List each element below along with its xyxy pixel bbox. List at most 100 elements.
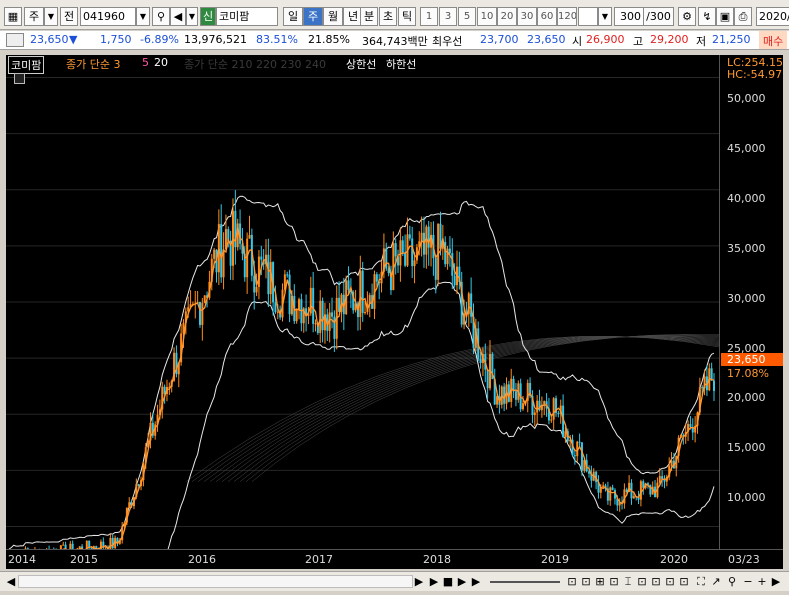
low-price: 21,250 bbox=[712, 33, 751, 46]
zoom-in-icon[interactable]: + bbox=[756, 574, 768, 589]
custom-interval-input[interactable] bbox=[578, 7, 598, 26]
chart-settings-icon[interactable]: ⚙ bbox=[678, 7, 696, 26]
fit-icon[interactable]: ⊡ bbox=[580, 574, 592, 589]
stop-icon[interactable]: ■ bbox=[442, 574, 454, 589]
compare-icon[interactable]: ⊞ bbox=[594, 574, 606, 589]
date-input[interactable]: 2020/ bbox=[756, 7, 789, 26]
candle-body bbox=[198, 302, 201, 325]
calendar-icon[interactable]: ⊡ bbox=[678, 574, 690, 589]
scroll-end-icon[interactable]: ▶ bbox=[770, 574, 782, 589]
price-tick-20000: 20,000 bbox=[727, 391, 766, 404]
sound-icon[interactable]: ◀ bbox=[170, 7, 186, 26]
year-2020: 2020 bbox=[660, 553, 688, 566]
year-2019: 2019 bbox=[541, 553, 569, 566]
scroll-right-icon[interactable]: ▶ bbox=[414, 574, 424, 589]
tool-icon[interactable]: ⚲ bbox=[726, 574, 738, 589]
candle-body bbox=[201, 302, 204, 325]
tab-tick[interactable]: 틱 bbox=[398, 7, 416, 26]
volume-ratio: 83.51% bbox=[256, 33, 298, 46]
price-change: 1,750 bbox=[100, 33, 132, 46]
interval-1[interactable]: 1 bbox=[420, 7, 438, 26]
tab-month[interactable]: 월 bbox=[323, 7, 343, 26]
note-icon[interactable]: ⊡ bbox=[664, 574, 676, 589]
zoom-icon[interactable]: ↯ bbox=[698, 7, 716, 26]
fullscreen-icon[interactable]: ⛶ bbox=[694, 574, 708, 589]
cursor-icon[interactable]: ↗ bbox=[710, 574, 722, 589]
tab-week[interactable]: 주 bbox=[303, 7, 323, 26]
price-chart[interactable]: 코미팜 종가 단순 3 5 20 종가 단순 210 220 230 240 상… bbox=[6, 55, 783, 569]
candle-body bbox=[359, 270, 362, 318]
interval-dropdown-icon[interactable]: ▼ bbox=[598, 7, 612, 26]
save-icon[interactable]: ▣ bbox=[716, 7, 734, 26]
bid-price: 23,650 bbox=[527, 33, 566, 46]
candle-body bbox=[375, 274, 378, 282]
stock-name-field[interactable]: 코미팜 bbox=[216, 7, 278, 26]
count-total: /300 bbox=[644, 7, 674, 26]
code-dropdown-icon[interactable]: ▼ bbox=[136, 7, 150, 26]
play-icon[interactable]: ▶ bbox=[428, 574, 440, 589]
candle-body bbox=[361, 270, 364, 314]
candle-body bbox=[658, 476, 661, 483]
count-input[interactable]: 300 bbox=[614, 7, 644, 26]
candle-body bbox=[453, 275, 456, 286]
prev-button[interactable]: 전 bbox=[60, 7, 78, 26]
price-tick-45000: 45,000 bbox=[727, 142, 766, 155]
interval-3[interactable]: 3 bbox=[439, 7, 457, 26]
interval-120[interactable]: 120 bbox=[557, 7, 577, 26]
price-tick-35000: 35,000 bbox=[727, 242, 766, 255]
layout-icon[interactable]: ⊡ bbox=[608, 574, 620, 589]
box-icon[interactable]: ⊡ bbox=[636, 574, 648, 589]
candle-body bbox=[267, 254, 270, 295]
speed-slider[interactable] bbox=[490, 581, 560, 583]
search-icon[interactable]: ⚲ bbox=[152, 7, 170, 26]
zoom-reset-icon[interactable]: ⊡ bbox=[566, 574, 578, 589]
candle-body bbox=[248, 234, 251, 239]
high-label: 고 bbox=[633, 35, 644, 48]
grid-icon[interactable]: ▦ bbox=[4, 7, 22, 26]
period-select[interactable]: 주 bbox=[24, 7, 44, 26]
current-price-pct: 17.08% bbox=[727, 367, 769, 380]
turnover: 21.85% bbox=[308, 33, 350, 46]
interval-10[interactable]: 10 bbox=[477, 7, 497, 26]
settings-icon[interactable] bbox=[6, 33, 24, 47]
tab-day[interactable]: 일 bbox=[283, 7, 303, 26]
fast-forward-icon[interactable]: ▶ bbox=[456, 574, 468, 589]
print-icon[interactable]: ⎙ bbox=[734, 7, 752, 26]
marker-icon[interactable]: ⊡ bbox=[650, 574, 662, 589]
sound-dropdown-icon[interactable]: ▼ bbox=[186, 7, 198, 26]
low-label: 저 bbox=[696, 35, 707, 48]
interval-20[interactable]: 20 bbox=[497, 7, 517, 26]
tab-minute[interactable]: 분 bbox=[360, 7, 378, 26]
year-2018: 2018 bbox=[423, 553, 451, 566]
quote-bar: 23,650 ▼ 1,750 -6.89% 13,976,521 83.51% … bbox=[0, 31, 789, 50]
ruler-icon[interactable]: ⌶ bbox=[622, 574, 634, 589]
stock-code-input[interactable]: 041960 bbox=[80, 7, 136, 26]
candle-body bbox=[552, 398, 555, 420]
scroll-track[interactable] bbox=[18, 575, 413, 588]
interval-60[interactable]: 60 bbox=[537, 7, 557, 26]
candle-body bbox=[364, 312, 367, 314]
current-price: 23,650 bbox=[30, 33, 69, 46]
candle-body bbox=[573, 455, 576, 457]
candle-body bbox=[713, 380, 715, 391]
legend-ma: 종가 단순 3 bbox=[66, 58, 121, 71]
buy-button[interactable]: 매수 bbox=[759, 31, 788, 49]
candle-body bbox=[288, 274, 291, 315]
price-tick-15000: 15,000 bbox=[727, 441, 766, 454]
legend-upper: 상한선 bbox=[346, 58, 377, 71]
interval-30[interactable]: 30 bbox=[517, 7, 537, 26]
period-dropdown-icon[interactable]: ▼ bbox=[44, 7, 58, 26]
legend-lower: 하한선 bbox=[386, 58, 417, 71]
candle-body bbox=[580, 442, 583, 471]
candle-body bbox=[550, 419, 553, 421]
tab-second[interactable]: 초 bbox=[379, 7, 397, 26]
scroll-left-icon[interactable]: ◀ bbox=[6, 574, 16, 589]
candle-body bbox=[463, 313, 466, 325]
table-toggle-icon[interactable] bbox=[14, 73, 25, 84]
zoom-out-icon[interactable]: − bbox=[742, 574, 754, 589]
year-2015: 2015 bbox=[70, 553, 98, 566]
legend-stock-name: 코미팜 bbox=[8, 56, 45, 74]
candle-body bbox=[331, 312, 334, 317]
end-icon[interactable]: ▶ bbox=[470, 574, 482, 589]
interval-5[interactable]: 5 bbox=[458, 7, 476, 26]
